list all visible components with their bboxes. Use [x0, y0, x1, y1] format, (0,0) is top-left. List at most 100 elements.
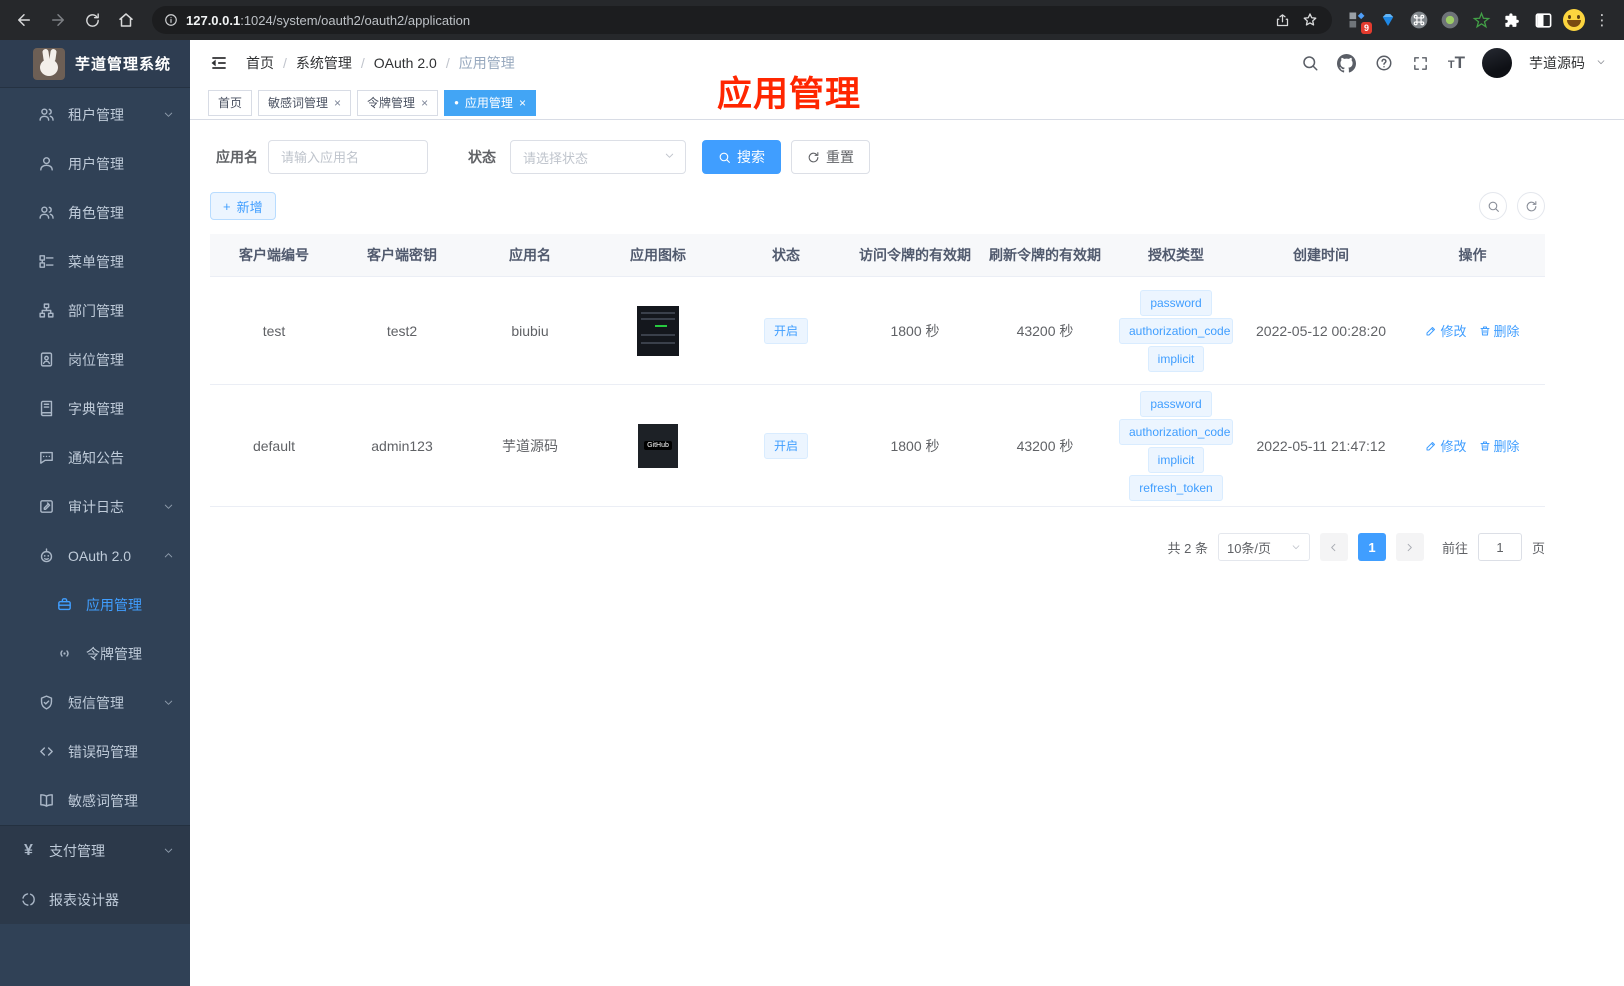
browser-home-icon[interactable]	[112, 6, 140, 34]
sidebar-item-post[interactable]: 岗位管理	[0, 335, 190, 384]
sidebar-item-menu[interactable]: 菜单管理	[0, 237, 190, 286]
app-name-input[interactable]	[268, 140, 428, 174]
breadcrumb-system[interactable]: 系统管理	[296, 53, 352, 73]
breadcrumb-oauth[interactable]: OAuth 2.0	[374, 55, 437, 71]
cell-grant-types: password authorization_code implicit	[1110, 289, 1242, 372]
status-select[interactable]: 请选择状态	[510, 140, 686, 174]
extensions-puzzle-icon[interactable]	[1501, 9, 1523, 31]
sidebar-item-audit[interactable]: 审计日志	[0, 482, 190, 531]
sidebar-item-label: 支付管理	[49, 842, 105, 859]
bookmark-star-icon[interactable]	[1300, 10, 1320, 30]
yen-icon: ¥	[24, 841, 33, 859]
reset-button[interactable]: 重置	[791, 140, 870, 174]
edit-button[interactable]: 修改	[1425, 436, 1467, 455]
close-icon[interactable]: ×	[421, 96, 428, 110]
sidebar-item-dept[interactable]: 部门管理	[0, 286, 190, 335]
table-toolbar: + 新增	[210, 192, 1565, 220]
delete-button[interactable]: 删除	[1479, 436, 1520, 455]
sidebar-item-dict[interactable]: 字典管理	[0, 384, 190, 433]
browser-toolbar: 127.0.0.1:1024/system/oauth2/oauth2/appl…	[0, 0, 1624, 40]
grant-type-tag: authorization_code	[1119, 317, 1233, 344]
extension-dot-icon[interactable]	[1439, 9, 1461, 31]
help-icon[interactable]	[1374, 53, 1394, 73]
breadcrumb: 首页 / 系统管理 / OAuth 2.0 / 应用管理	[246, 53, 515, 73]
address-bar[interactable]: 127.0.0.1:1024/system/oauth2/oauth2/appl…	[152, 6, 1332, 34]
sidebar-item-oauth-token[interactable]: 令牌管理	[0, 629, 190, 678]
extension-star-icon[interactable]	[1470, 9, 1492, 31]
site-info-icon[interactable]	[164, 13, 178, 27]
sidebar-fold-icon[interactable]	[208, 52, 230, 74]
sidebar-item-pay[interactable]: ¥ 支付管理	[0, 826, 190, 875]
cell-refresh-ttl: 43200 秒	[1016, 437, 1074, 454]
refresh-icon	[808, 151, 819, 162]
github-icon[interactable]	[1337, 53, 1357, 73]
next-page-button[interactable]	[1395, 533, 1424, 561]
search-button[interactable]: 搜索	[702, 140, 781, 174]
breadcrumb-home[interactable]: 首页	[246, 53, 274, 73]
cell-name: 芋道源码	[502, 437, 558, 454]
sidebar-item-role[interactable]: 角色管理	[0, 188, 190, 237]
close-icon[interactable]: ×	[334, 96, 341, 110]
sidebar-item-report[interactable]: 报表设计器	[0, 875, 190, 924]
chevron-down-icon	[163, 499, 174, 515]
tab-home[interactable]: 首页	[208, 89, 253, 116]
user-caret-icon[interactable]	[1596, 54, 1606, 72]
logo-area[interactable]: 芋道管理系统	[0, 40, 190, 88]
sidebar-toggle-icon[interactable]	[1532, 9, 1554, 31]
page-content: 应用名 状态 请选择状态 搜索 重置 +	[190, 120, 1565, 561]
tab-sensitiveword[interactable]: 敏感词管理 ×	[258, 89, 352, 116]
sidebar-item-oauth[interactable]: OAuth 2.0	[0, 531, 190, 580]
logo-avatar	[33, 47, 65, 80]
report-designer-icon	[20, 891, 37, 908]
sidebar-item-label: 岗位管理	[68, 351, 124, 368]
search-icon[interactable]	[1300, 53, 1320, 73]
page-size-select[interactable]: 10条/页	[1217, 533, 1310, 561]
add-button[interactable]: + 新增	[210, 192, 276, 220]
page-suffix: 页	[1531, 540, 1545, 556]
edit-button[interactable]: 修改	[1425, 321, 1467, 340]
username[interactable]: 芋道源码	[1529, 53, 1585, 73]
sidebar-item-errorcode[interactable]: 错误码管理	[0, 727, 190, 776]
cell-client-id: default	[252, 437, 296, 454]
cell-grant-types: password authorization_code implicit ref…	[1110, 390, 1242, 501]
sidebar-item-oauth-application[interactable]: 应用管理	[0, 580, 190, 629]
sidebar-item-label: 审计日志	[68, 498, 124, 515]
browser-reload-icon[interactable]	[78, 6, 106, 34]
sidebar-item-sensitiveword[interactable]: 敏感词管理	[0, 776, 190, 825]
tab-application[interactable]: ● 应用管理 ×	[444, 89, 536, 116]
browser-forward-icon[interactable]	[44, 6, 72, 34]
prev-page-button[interactable]	[1319, 533, 1348, 561]
grant-type-tag: password	[1140, 289, 1212, 316]
hide-search-button[interactable]	[1479, 192, 1507, 220]
refresh-table-button[interactable]	[1517, 192, 1545, 220]
extension-gem-icon[interactable]	[1377, 9, 1399, 31]
badge-icon	[38, 351, 55, 368]
share-icon[interactable]	[1272, 10, 1292, 30]
emoji-extension-icon[interactable]	[1563, 9, 1585, 31]
close-icon[interactable]: ×	[519, 96, 526, 110]
extension-grid-icon[interactable]: 9	[1346, 9, 1372, 34]
avatar[interactable]	[1482, 48, 1512, 78]
browser-menu-icon[interactable]: ⋮	[1594, 11, 1610, 29]
font-size-icon[interactable]: TT	[1448, 53, 1465, 73]
sidebar-section-2: ¥ 支付管理 报表设计器	[0, 825, 190, 924]
sidebar-item-label: 短信管理	[68, 694, 124, 711]
extension-command-icon[interactable]	[1408, 9, 1430, 31]
col-refresh-ttl: 刷新令牌的有效期	[989, 247, 1101, 263]
sidebar-item-tenant[interactable]: 租户管理	[0, 90, 190, 139]
sidebar-item-label: 字典管理	[68, 400, 124, 417]
delete-button[interactable]: 删除	[1479, 321, 1520, 340]
sidebar-item-sms[interactable]: 短信管理	[0, 678, 190, 727]
cell-status: 开启	[722, 432, 850, 459]
fullscreen-icon[interactable]	[1411, 53, 1431, 73]
sidebar-item-user[interactable]: 用户管理	[0, 139, 190, 188]
chevron-down-icon	[664, 148, 675, 166]
cell-client-id: test	[262, 322, 286, 339]
edit-pen-icon	[1426, 441, 1436, 450]
sidebar-item-notice[interactable]: 通知公告	[0, 433, 190, 482]
browser-back-icon[interactable]	[10, 6, 38, 34]
tab-token[interactable]: 令牌管理 ×	[357, 89, 439, 116]
sidebar-item-label: 角色管理	[68, 204, 124, 221]
page-number-1[interactable]: 1	[1357, 533, 1386, 561]
goto-page-input[interactable]	[1477, 533, 1522, 561]
